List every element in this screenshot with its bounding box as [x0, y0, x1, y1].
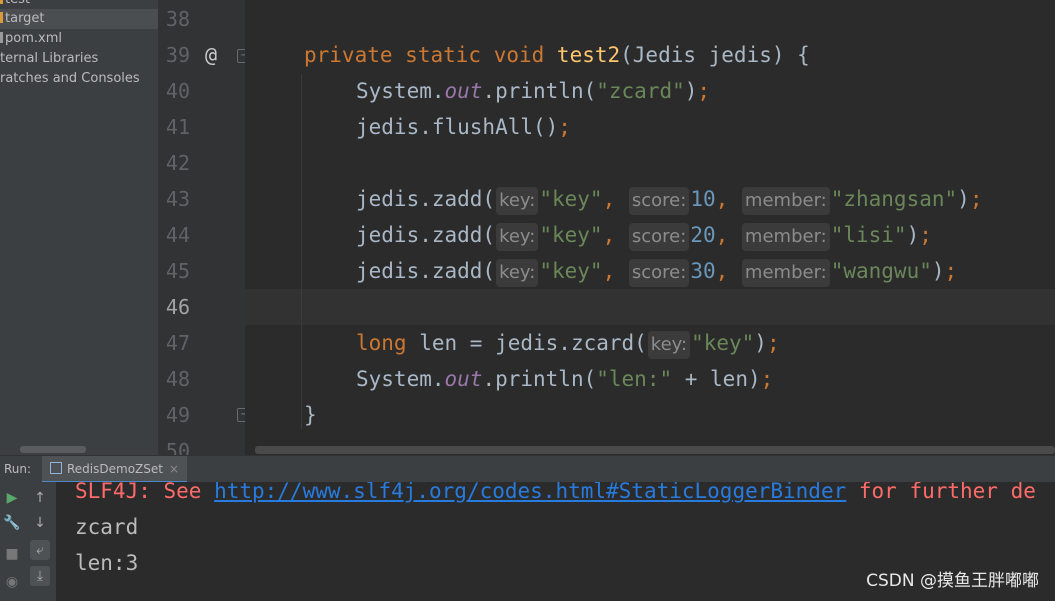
- sidebar-scrollbar[interactable]: [20, 446, 86, 453]
- line-number: 41: [165, 115, 190, 139]
- param-hint-score: score:: [628, 187, 690, 215]
- run-tab-redisdemozset[interactable]: RedisDemoZSet ×: [42, 456, 188, 483]
- console-output[interactable]: SLF4J: See http://www.slf4j.org/codes.ht…: [56, 482, 1055, 601]
- code-line-47: long len = jedis.zcard(key: "key");: [356, 325, 780, 361]
- rerun-icon[interactable]: ▶: [2, 488, 22, 508]
- stop-icon[interactable]: ■: [2, 544, 22, 564]
- param-hint-score: score:: [628, 223, 690, 251]
- line-number: 49: [165, 403, 190, 427]
- folder-icon: [0, 12, 3, 23]
- line-number: 44: [165, 223, 190, 247]
- code-line-39: private static void test2(Jedis jedis) {: [304, 43, 810, 67]
- console-line-slf4j: SLF4J: See http://www.slf4j.org/codes.ht…: [75, 482, 1036, 509]
- param-hint-key: key:: [496, 187, 539, 215]
- project-tree: test target pom.xml ternal Libraries rat…: [0, 0, 158, 455]
- code-line-43: jedis.zadd(key: "key", score: 10, member: "…: [356, 181, 982, 217]
- code-line-44: jedis.zadd(key: "key", score: 20, member: "…: [356, 217, 932, 253]
- csdn-watermark: CSDN @摸鱼王胖嘟嘟: [866, 571, 1039, 591]
- param-hint-score: score:: [628, 259, 690, 287]
- wrench-icon[interactable]: 🔧: [2, 513, 22, 533]
- line-number: 39: [165, 43, 190, 67]
- param-hint-member: member:: [741, 187, 830, 215]
- line-number: 40: [165, 79, 190, 103]
- editor-horizontal-scrollbar[interactable]: [255, 446, 1055, 454]
- folder-icon: [0, 0, 3, 4]
- run-label: Run:: [4, 462, 32, 476]
- tree-item-scratches-consoles[interactable]: ratches and Consoles: [0, 69, 140, 89]
- code-editor[interactable]: private static void test2(Jedis jedis) {…: [245, 0, 1055, 455]
- indent-guide: [301, 74, 302, 429]
- soft-wrap-icon[interactable]: ⤶: [30, 540, 50, 560]
- code-line-41: jedis.flushAll();: [356, 115, 571, 139]
- line-number: 48: [165, 367, 190, 391]
- scroll-down-icon[interactable]: ↓: [30, 513, 50, 533]
- code-line-45: jedis.zadd(key: "key", score: 30, member: "…: [356, 253, 957, 289]
- code-line-40: System.out.println("zcard");: [356, 79, 711, 103]
- line-number: 43: [165, 187, 190, 211]
- editor-gutter[interactable]: 38 39 40 41 42 43 44 45 46 47 48 49 50: [158, 0, 245, 463]
- tree-item-target[interactable]: target: [0, 9, 158, 29]
- line-number: 42: [165, 151, 190, 175]
- close-icon[interactable]: ×: [169, 462, 179, 476]
- scroll-to-end-icon[interactable]: ⤓: [30, 566, 50, 586]
- code-line-49: }: [304, 403, 317, 427]
- line-number-current: 46: [165, 295, 190, 319]
- run-config-icon: [50, 462, 62, 474]
- param-hint-key: key:: [496, 223, 539, 251]
- param-hint-member: member:: [741, 223, 830, 251]
- run-tool-window-header: Run: RedisDemoZSet ×: [0, 455, 1055, 483]
- maven-file-icon: [0, 32, 3, 43]
- line-number: 47: [165, 331, 190, 355]
- param-hint-member: member:: [741, 259, 830, 287]
- param-hint-key: key:: [647, 331, 691, 359]
- scroll-up-icon[interactable]: ↑: [30, 488, 50, 508]
- line-number: 45: [165, 259, 190, 283]
- camera-icon[interactable]: ◉: [2, 572, 22, 592]
- console-line-len: len:3: [75, 551, 139, 575]
- code-line-48: System.out.println("len:" + len);: [356, 367, 774, 391]
- override-marker-icon[interactable]: @: [205, 40, 217, 70]
- current-line-highlight: [245, 289, 1055, 325]
- tree-item-external-libraries[interactable]: ternal Libraries: [0, 49, 98, 69]
- line-number: 38: [165, 7, 190, 31]
- tree-item-pom-xml[interactable]: pom.xml: [0, 29, 62, 49]
- run-toolbar: ▶ ↑ 🔧 ↓ ■ ⤶ ◉ ⤓: [0, 482, 56, 601]
- console-line-zcard: zcard: [75, 515, 139, 539]
- param-hint-key: key:: [496, 259, 539, 287]
- slf4j-link[interactable]: http://www.slf4j.org/codes.html#StaticLo…: [214, 482, 846, 503]
